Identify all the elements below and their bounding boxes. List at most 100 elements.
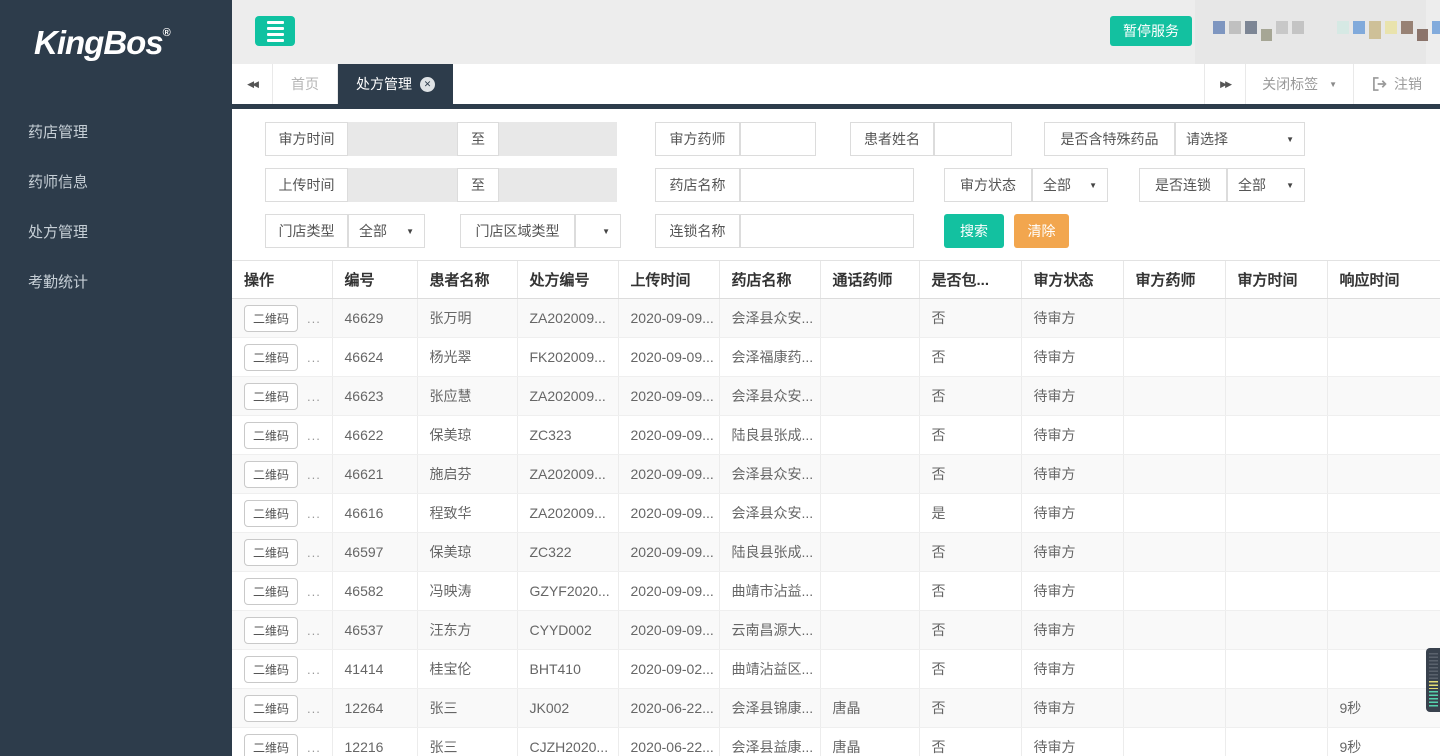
row-more-actions[interactable]: ... xyxy=(307,506,321,521)
cell-review-status: 待审方 xyxy=(1021,728,1123,756)
cell-store-name: 会泽福康药... xyxy=(719,338,820,377)
cell-rx-number: FK202009... xyxy=(517,338,618,377)
qrcode-button[interactable]: 二维码 xyxy=(244,734,298,756)
store-name-input[interactable] xyxy=(740,168,914,202)
cell-upload-time: 2020-09-02... xyxy=(618,650,719,689)
row-more-actions[interactable]: ... xyxy=(307,389,321,404)
qrcode-button[interactable]: 二维码 xyxy=(244,383,298,410)
logout-button[interactable]: 注销 xyxy=(1353,64,1440,104)
cell-review-pharmacist xyxy=(1123,611,1225,650)
row-more-actions[interactable]: ... xyxy=(307,311,321,326)
close-tabs-dropdown[interactable]: 关闭标签 xyxy=(1245,64,1353,104)
tab-prescription-management[interactable]: 处方管理 xyxy=(338,64,453,104)
cell-upload-time: 2020-09-09... xyxy=(618,299,719,338)
cell-upload-time: 2020-09-09... xyxy=(618,533,719,572)
cell-rx-number: ZC323 xyxy=(517,416,618,455)
row-more-actions[interactable]: ... xyxy=(307,428,321,443)
cell-response-time xyxy=(1327,377,1440,416)
cell-id: 41414 xyxy=(332,650,417,689)
store-region-type-select[interactable] xyxy=(575,214,621,248)
floating-scroll-widget[interactable] xyxy=(1426,648,1440,712)
cell-review-pharmacist xyxy=(1123,728,1225,756)
row-more-actions[interactable]: ... xyxy=(307,740,321,755)
table-row: 二维码... 46582 冯映涛 GZYF2020... 2020-09-09.… xyxy=(232,572,1440,611)
caret-down-icon xyxy=(1286,181,1294,190)
cell-review-time xyxy=(1225,689,1327,728)
store-type-select[interactable]: 全部 xyxy=(348,214,425,248)
scroll-tabs-left-button[interactable] xyxy=(232,64,273,104)
cell-review-status: 待审方 xyxy=(1021,299,1123,338)
row-more-actions[interactable]: ... xyxy=(307,350,321,365)
prescription-table: 操作 编号 患者名称 处方编号 上传时间 药店名称 通话药师 是否包... 审方… xyxy=(232,260,1440,756)
search-button[interactable]: 搜索 xyxy=(944,214,1004,248)
cell-call-pharmacist xyxy=(820,494,919,533)
cell-store-name: 云南昌源大... xyxy=(719,611,820,650)
table-row: 二维码... 41414 桂宝伦 BHT410 2020-09-02... 曲靖… xyxy=(232,650,1440,689)
qrcode-button[interactable]: 二维码 xyxy=(244,422,298,449)
upload-time-end-input[interactable] xyxy=(499,168,617,202)
chain-name-input[interactable] xyxy=(740,214,914,248)
sidebar-item-attendance-stats[interactable]: 考勤统计 xyxy=(0,258,232,308)
cell-review-time xyxy=(1225,650,1327,689)
table-row: 二维码... 12216 张三 CJZH2020... 2020-06-22..… xyxy=(232,728,1440,756)
qrcode-button[interactable]: 二维码 xyxy=(244,305,298,332)
row-more-actions[interactable]: ... xyxy=(307,623,321,638)
upload-time-start-input[interactable] xyxy=(348,168,457,202)
qrcode-button[interactable]: 二维码 xyxy=(244,344,298,371)
cell-contains-special: 否 xyxy=(919,338,1021,377)
menu-toggle-button[interactable] xyxy=(255,16,295,46)
row-more-actions[interactable]: ... xyxy=(307,545,321,560)
cell-rx-number: CYYD002 xyxy=(517,611,618,650)
scroll-tabs-right-button[interactable] xyxy=(1204,64,1245,104)
table-row: 二维码... 46621 施启芬 ZA202009... 2020-09-09.… xyxy=(232,455,1440,494)
review-time-start-input[interactable] xyxy=(348,122,457,156)
qrcode-button[interactable]: 二维码 xyxy=(244,539,298,566)
qrcode-button[interactable]: 二维码 xyxy=(244,500,298,527)
row-more-actions[interactable]: ... xyxy=(307,467,321,482)
qrcode-button[interactable]: 二维码 xyxy=(244,461,298,488)
cell-review-status: 待审方 xyxy=(1021,611,1123,650)
cell-call-pharmacist xyxy=(820,650,919,689)
row-more-actions[interactable]: ... xyxy=(307,701,321,716)
cell-patient: 张应慧 xyxy=(417,377,517,416)
reviewer-input[interactable] xyxy=(740,122,816,156)
cell-call-pharmacist xyxy=(820,299,919,338)
table-row: 二维码... 46622 保美琼 ZC323 2020-09-09... 陆良县… xyxy=(232,416,1440,455)
action-cell: 二维码... xyxy=(232,377,332,416)
patient-name-input[interactable] xyxy=(934,122,1012,156)
cell-call-pharmacist xyxy=(820,572,919,611)
qrcode-button[interactable]: 二维码 xyxy=(244,617,298,644)
clear-button[interactable]: 清除 xyxy=(1014,214,1069,248)
cell-review-pharmacist xyxy=(1123,377,1225,416)
special-drug-select[interactable]: 请选择 xyxy=(1175,122,1305,156)
cell-review-status: 待审方 xyxy=(1021,650,1123,689)
cell-response-time: 9秒 xyxy=(1327,689,1440,728)
tab-home[interactable]: 首页 xyxy=(273,64,338,104)
to-label: 至 xyxy=(457,122,499,156)
sidebar-item-pharmacist-info[interactable]: 药师信息 xyxy=(0,158,232,208)
row-more-actions[interactable]: ... xyxy=(307,584,321,599)
col-store-name: 药店名称 xyxy=(719,261,820,299)
table-row: 二维码... 46597 保美琼 ZC322 2020-09-09... 陆良县… xyxy=(232,533,1440,572)
caret-down-icon xyxy=(602,227,610,236)
review-status-select[interactable]: 全部 xyxy=(1032,168,1108,202)
sidebar-item-pharmacy-management[interactable]: 药店管理 xyxy=(0,108,232,158)
chain-flag-select[interactable]: 全部 xyxy=(1227,168,1305,202)
row-more-actions[interactable]: ... xyxy=(307,662,321,677)
cell-response-time xyxy=(1327,299,1440,338)
qrcode-button[interactable]: 二维码 xyxy=(244,695,298,722)
qrcode-button[interactable]: 二维码 xyxy=(244,578,298,605)
cell-review-time xyxy=(1225,299,1327,338)
close-tab-icon[interactable] xyxy=(420,77,435,92)
action-cell: 二维码... xyxy=(232,338,332,377)
cell-rx-number: GZYF2020... xyxy=(517,572,618,611)
cell-review-pharmacist xyxy=(1123,689,1225,728)
qrcode-button[interactable]: 二维码 xyxy=(244,656,298,683)
col-id: 编号 xyxy=(332,261,417,299)
redacted-text-block xyxy=(1213,21,1304,41)
cell-patient: 杨光翠 xyxy=(417,338,517,377)
review-time-end-input[interactable] xyxy=(499,122,617,156)
caret-down-icon xyxy=(1286,135,1294,144)
pause-service-button[interactable]: 暂停服务 xyxy=(1110,16,1192,46)
sidebar-item-prescription-management[interactable]: 处方管理 xyxy=(0,208,232,258)
